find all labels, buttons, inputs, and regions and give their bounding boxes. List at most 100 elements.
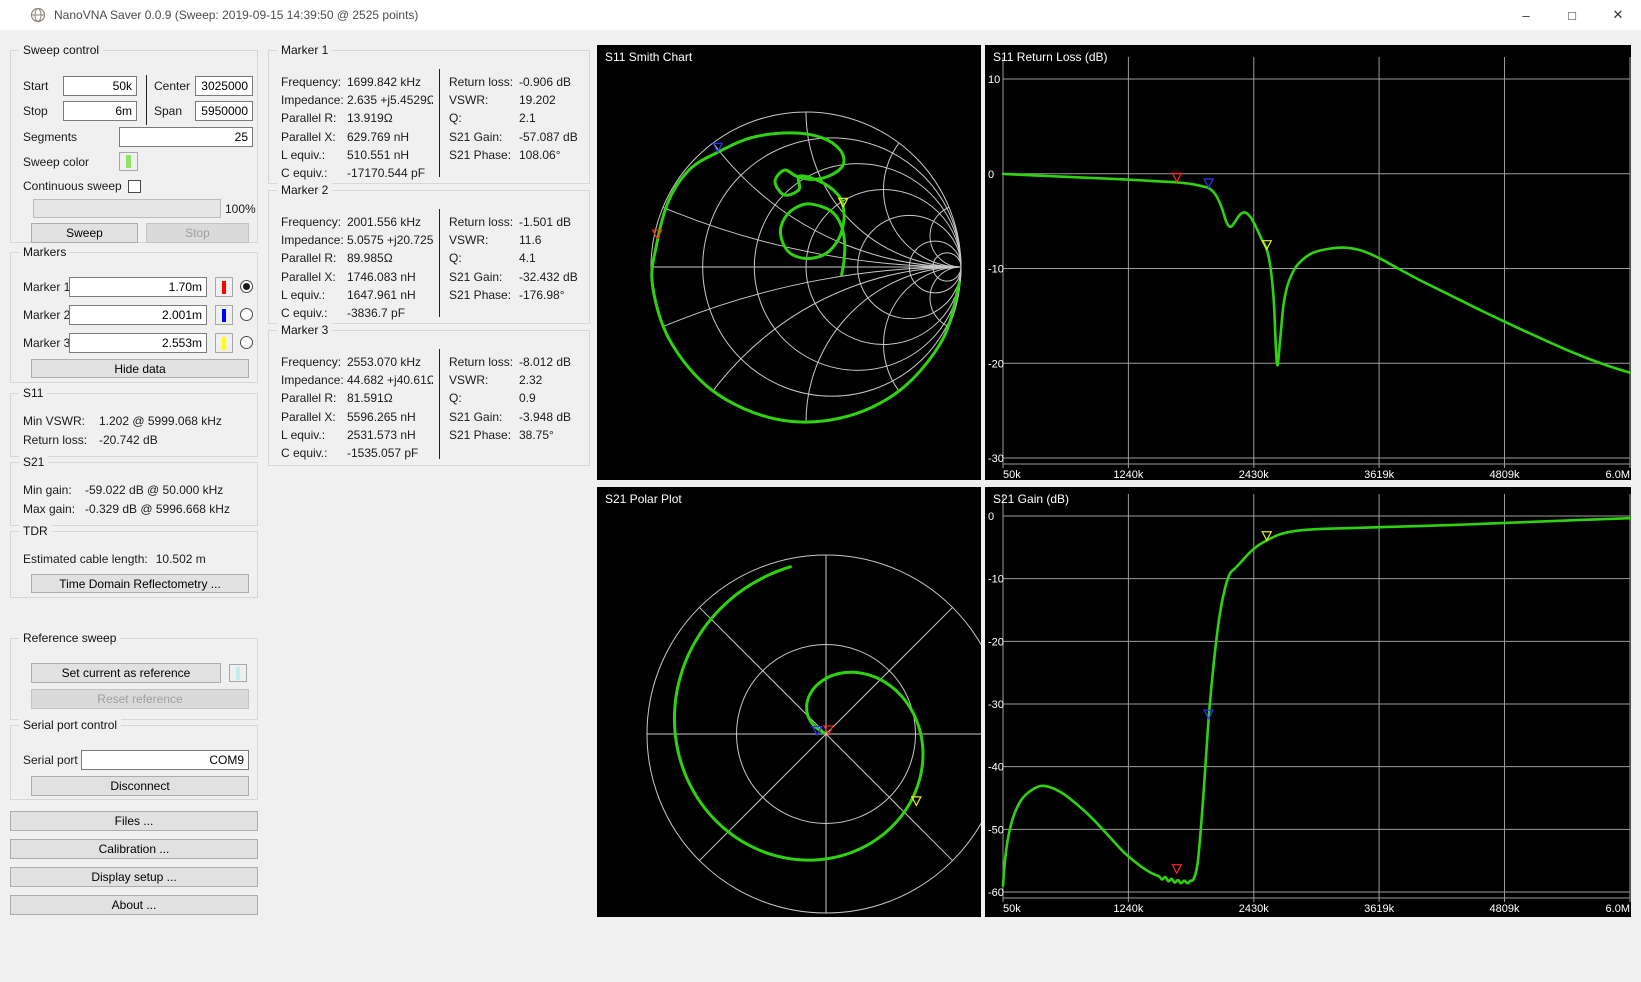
label: Parallel R: [281, 251, 337, 266]
svg-text:1240k: 1240k [1113, 469, 1143, 480]
marker2-color-swatch[interactable] [215, 305, 233, 325]
divider [439, 69, 440, 177]
window-controls: – □ ✕ [1503, 0, 1641, 30]
continuous-sweep-checkbox[interactable] [128, 180, 141, 193]
value: 38.75° [519, 427, 554, 442]
groupbox-title: S21 [19, 455, 49, 469]
marker2-detail-left: Frequency: 2001.556 kHz Impedance: 5.0575 … [281, 213, 433, 322]
tdr-button[interactable]: Time Domain Reflectometry ... [31, 574, 249, 593]
marker2-color-fill [222, 308, 226, 322]
value: 11.6 [519, 233, 542, 248]
value: 19.202 [519, 93, 556, 108]
marker1-input[interactable] [69, 277, 207, 297]
sweep-button[interactable]: Sweep [31, 223, 138, 243]
svg-text:2430k: 2430k [1239, 903, 1269, 915]
s11-smith-chart[interactable] [597, 45, 981, 480]
stop-button: Stop [146, 223, 249, 243]
s21-polar-plot[interactable] [597, 487, 981, 917]
span-input[interactable] [195, 101, 253, 121]
value: 2001.556 kHz [347, 215, 422, 230]
center-input[interactable] [195, 76, 253, 96]
s11-return-loss-chart[interactable]: 10 0 -10 -20 -30 50k 1240k 2430k 3619k 4809k 6.0M [985, 45, 1631, 480]
value: -57.087 dB [519, 129, 578, 144]
hide-data-button[interactable]: Hide data [31, 359, 249, 378]
segments-label: Segments [23, 130, 78, 144]
label: Frequency: [281, 215, 342, 230]
serial-port-label: Serial port [23, 753, 78, 767]
svg-text:-50: -50 [988, 824, 1004, 836]
center-label: Center [154, 79, 191, 93]
segments-input[interactable] [119, 127, 253, 147]
marker1-color-swatch[interactable] [215, 277, 233, 297]
marker2-input[interactable] [69, 305, 207, 325]
value: -3836.7 pF [347, 306, 406, 321]
divider [146, 75, 147, 125]
files-button[interactable]: Files ... [10, 811, 258, 831]
label: S21 Phase: [449, 427, 512, 442]
close-button[interactable]: ✕ [1595, 0, 1641, 30]
marker1-radio[interactable] [240, 280, 253, 293]
marker2-radio[interactable] [240, 308, 253, 321]
reference-color-fill [236, 666, 240, 680]
groupbox-title: S11 [19, 386, 48, 400]
svg-text:2430k: 2430k [1239, 469, 1269, 480]
display-setup-button[interactable]: Display setup ... [10, 867, 258, 887]
tdr-box: TDR Estimated cable length: 10.502 m Time… [10, 524, 258, 598]
continuous-sweep-label: Continuous sweep [23, 179, 122, 193]
maximize-button[interactable]: □ [1549, 0, 1595, 30]
title-bar: NanoVNA Saver 0.0.9 (Sweep: 2019-09-15 1… [0, 0, 1641, 30]
sweep-progress-fill [34, 200, 220, 217]
chart-title: S11 Return Loss (dB) [993, 50, 1108, 64]
value: 1699.842 kHz [347, 75, 422, 90]
marker3-radio[interactable] [240, 336, 253, 349]
value: 2553.070 kHz [347, 355, 422, 370]
calibration-button[interactable]: Calibration ... [10, 839, 258, 859]
minimize-button[interactable]: – [1503, 0, 1549, 30]
s21-info-box: S21 Min gain: -59.022 dB @ 50.000 kHz Max… [10, 455, 258, 526]
value: 2.32 [519, 373, 543, 388]
start-label: Start [23, 79, 49, 93]
marker3-detail-box: Marker 3 Frequency: 2553.070 kHz Impedanc… [268, 323, 590, 466]
groupbox-title: TDR [19, 524, 52, 538]
svg-text:-30: -30 [988, 699, 1004, 711]
groupbox-title: Marker 3 [277, 323, 333, 337]
marker2-detail-box: Marker 2 Frequency: 2001.556 kHz Impedanc… [268, 183, 590, 324]
reference-color-swatch[interactable] [229, 664, 247, 682]
disconnect-button[interactable]: Disconnect [31, 776, 249, 796]
svg-text:4809k: 4809k [1490, 903, 1520, 915]
svg-text:-20: -20 [988, 636, 1004, 648]
about-button[interactable]: About ... [10, 895, 258, 915]
marker1-color-fill [222, 280, 226, 294]
value: 629.769 nH [347, 129, 410, 144]
marker3-label: Marker 3 [23, 336, 71, 350]
marker2-detail-right: Return loss: -1.501 dB VSWR: 11.6 Q: 4.1 S2… [449, 213, 587, 304]
s21-polar-plot-panel: S21 Polar Plot [597, 487, 981, 917]
svg-text:10: 10 [988, 74, 1000, 86]
value: 108.06° [519, 147, 561, 162]
svg-text:3619k: 3619k [1364, 903, 1394, 915]
label: S21 Phase: [449, 147, 512, 162]
serial-port-input[interactable] [81, 750, 249, 770]
stop-input[interactable] [63, 101, 137, 121]
label: Return loss: [449, 215, 514, 230]
value: 5596.265 nH [347, 409, 416, 424]
start-input[interactable] [63, 76, 137, 96]
value: -1.501 dB [519, 215, 572, 230]
svg-text:-40: -40 [988, 762, 1004, 774]
marker3-input[interactable] [69, 333, 207, 353]
info-row: Return loss: -20.742 dB [23, 433, 158, 447]
label: Impedance: [281, 93, 344, 108]
label: Frequency: [281, 355, 342, 370]
label: Parallel X: [281, 269, 336, 284]
label: L equiv.: [281, 427, 326, 442]
s21-gain-chart[interactable]: 0 -10 -20 -30 -40 -50 -60 50k 1240k 2430k 3619k 480… [985, 487, 1631, 917]
sweep-color-swatch[interactable] [119, 152, 138, 171]
s11-info-box: S11 Min VSWR: 1.202 @ 5999.068 kHz Return… [10, 386, 258, 457]
label: VSWR: [449, 233, 489, 248]
label: Q: [449, 111, 462, 126]
set-reference-button[interactable]: Set current as reference [31, 663, 221, 683]
label: S21 Gain: [449, 269, 503, 284]
svg-text:50k: 50k [1003, 469, 1021, 480]
groupbox-title: Marker 1 [277, 43, 333, 57]
marker3-color-swatch[interactable] [215, 333, 233, 353]
